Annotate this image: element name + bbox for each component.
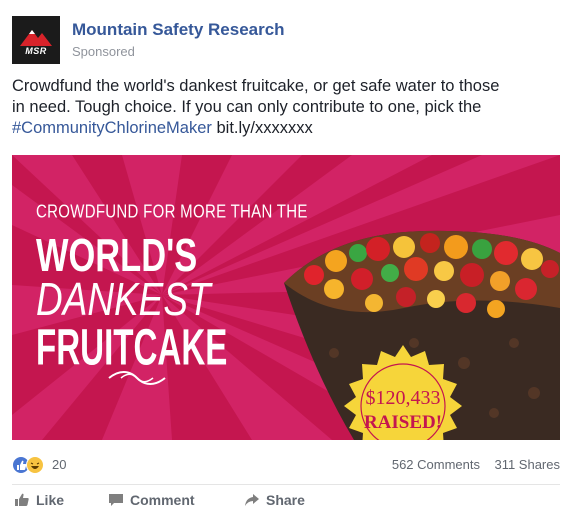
short-link[interactable]: bit.ly/xxxxxxx — [217, 119, 313, 137]
mountain-logo-icon — [20, 30, 52, 46]
action-divider — [12, 484, 560, 485]
post-header: MSR Mountain Safety Research Sponsored — [12, 12, 552, 64]
ad-image[interactable]: CROWDFUND FOR MORE THAN THE WORLD'S DANK… — [12, 155, 560, 440]
like-button[interactable]: Like — [14, 492, 64, 507]
post-text: Crowdfund the world's dankest fruitcake,… — [12, 76, 560, 139]
share-label: Share — [266, 492, 305, 507]
ad-headline: CROWDFUND FOR MORE THAN THE WORLD'S DANK… — [36, 201, 308, 375]
sponsored-label[interactable]: Sponsored — [72, 44, 135, 59]
comment-label: Comment — [130, 492, 195, 507]
post-text-line-2: in need. Tough choice. If you can only c… — [12, 98, 482, 116]
post-text-line-1: Crowdfund the world's dankest fruitcake,… — [12, 77, 500, 95]
raised-label: RAISED! — [363, 412, 443, 433]
reaction-summary: 20 562 Comments 311 Shares — [12, 455, 560, 477]
comment-icon — [108, 493, 124, 507]
shares-count[interactable]: 311 Shares — [494, 457, 560, 472]
thumbs-up-icon — [14, 493, 30, 507]
logo-text: MSR — [25, 46, 47, 56]
page-avatar[interactable]: MSR — [12, 16, 60, 64]
share-arrow-icon — [244, 493, 260, 507]
haha-icon — [26, 456, 44, 474]
raised-amount: $120,433 — [365, 387, 441, 409]
comments-count[interactable]: 562 Comments — [392, 457, 480, 472]
flourish-ornament-icon — [108, 371, 166, 385]
page-name-link[interactable]: Mountain Safety Research — [72, 20, 285, 40]
reaction-count[interactable]: 20 — [52, 457, 66, 472]
reaction-icons[interactable] — [12, 455, 48, 475]
sponsored-post: MSR Mountain Safety Research Sponsored C… — [0, 0, 570, 507]
share-button[interactable]: Share — [244, 492, 305, 507]
hashtag-link[interactable]: #CommunityChlorineMaker — [12, 119, 212, 137]
post-text-line-3: #CommunityChlorineMaker bit.ly/xxxxxxx — [12, 118, 560, 139]
action-bar: Like Comment Share — [12, 492, 560, 507]
ad-pre-headline: CROWDFUND FOR MORE THAN THE — [36, 201, 308, 223]
comment-button[interactable]: Comment — [108, 492, 195, 507]
ad-headline-line3: FRUITCAKE — [36, 318, 228, 376]
like-label: Like — [36, 492, 65, 507]
